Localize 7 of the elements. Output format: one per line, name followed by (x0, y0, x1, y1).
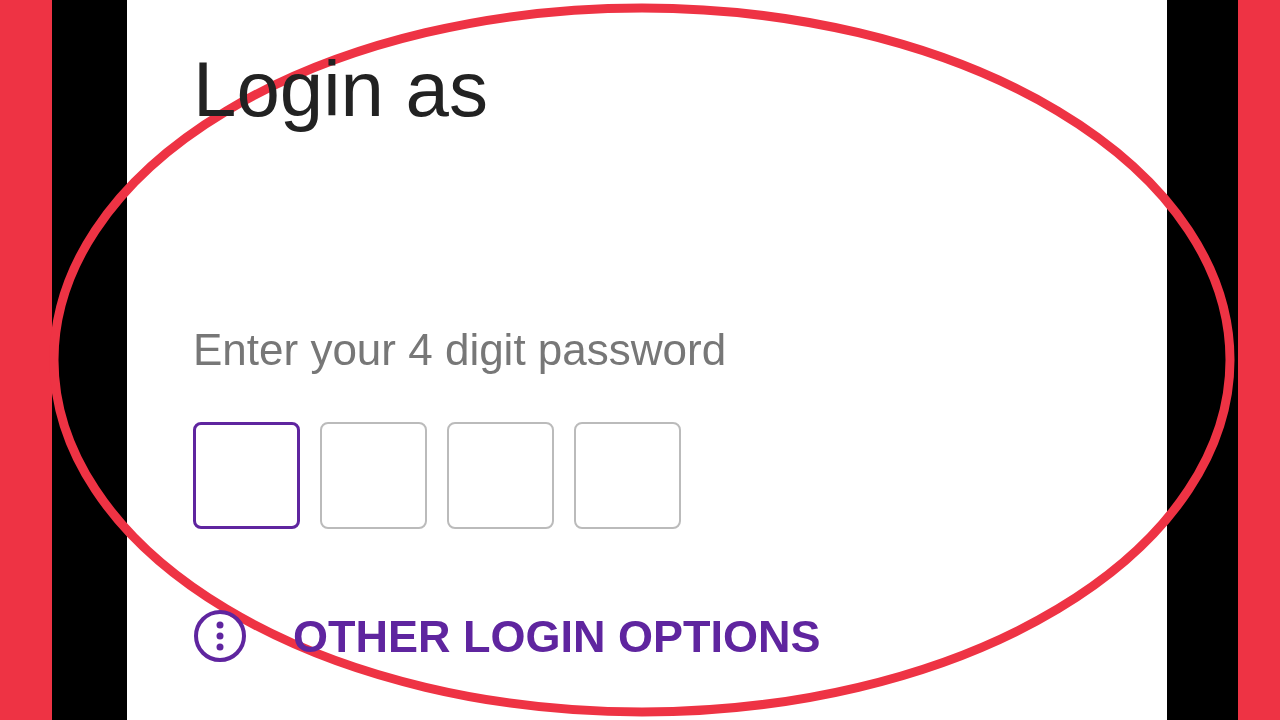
pin-digit-field[interactable] (447, 422, 554, 529)
more-icon[interactable] (193, 609, 247, 663)
password-label: Enter your 4 digit password (193, 328, 728, 372)
pin-digit-field[interactable] (320, 422, 427, 529)
other-login-options-link[interactable]: OTHER LOGIN OPTIONS (293, 613, 821, 659)
pin-digit-field[interactable] (193, 422, 300, 529)
pin-digit-field[interactable] (574, 422, 681, 529)
